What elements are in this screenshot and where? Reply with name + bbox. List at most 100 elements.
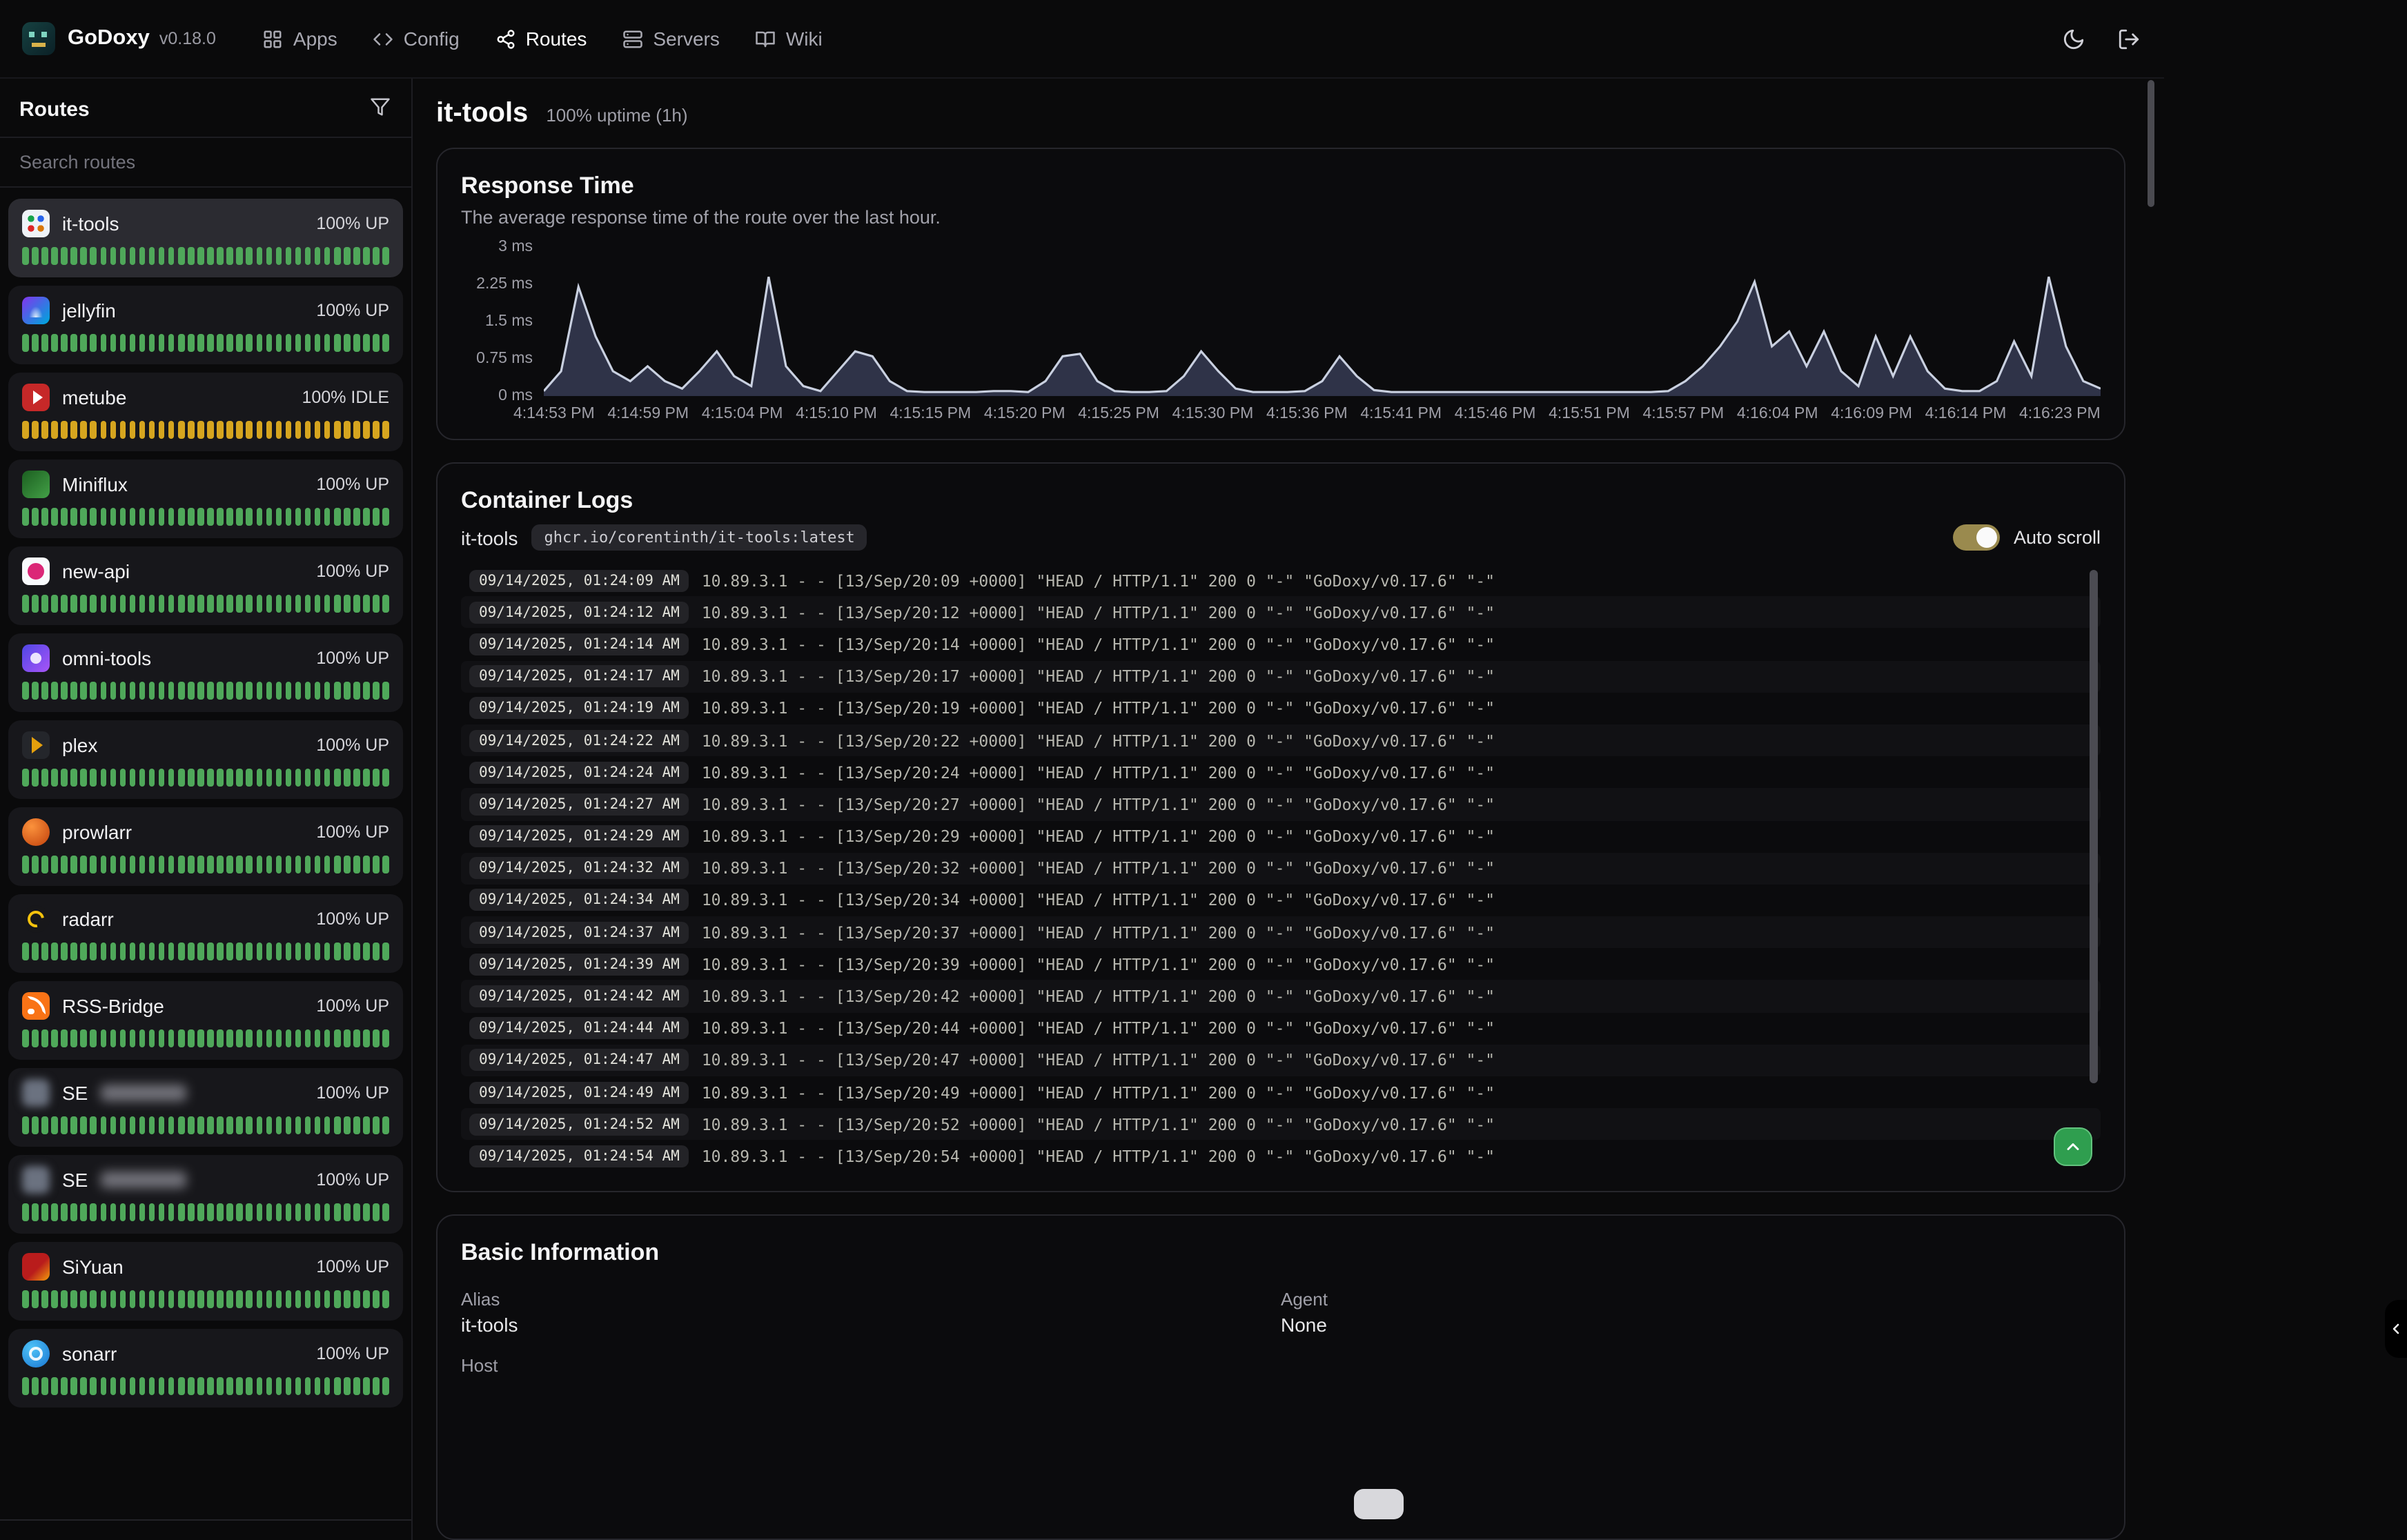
nav-item-routes[interactable]: Routes bbox=[495, 28, 587, 50]
page-scrollbar[interactable] bbox=[2148, 80, 2154, 207]
uptime-bar bbox=[334, 682, 340, 700]
y-tick-label: 2.25 ms bbox=[476, 276, 533, 293]
uptime-bar bbox=[217, 421, 224, 439]
nav-item-config[interactable]: Config bbox=[373, 28, 460, 50]
scroll-to-bottom-button[interactable] bbox=[2054, 1127, 2092, 1166]
route-list-item[interactable]: metube 100% IDLE bbox=[8, 373, 403, 451]
route-list-item[interactable]: Miniflux 100% UP bbox=[8, 460, 403, 538]
route-list-item[interactable]: radarr 100% UP bbox=[8, 894, 403, 973]
uptime-bar bbox=[139, 942, 146, 960]
route-list-item[interactable]: prowlarr 100% UP bbox=[8, 807, 403, 886]
route-row: it-tools 100% UP bbox=[22, 210, 389, 237]
theme-toggle-button[interactable] bbox=[2059, 25, 2087, 52]
route-status: 100% UP bbox=[316, 996, 389, 1016]
logout-button[interactable] bbox=[2114, 25, 2142, 52]
route-list-item[interactable]: omni-tools 100% UP bbox=[8, 633, 403, 712]
uptime-bar bbox=[159, 1377, 165, 1395]
x-tick-label: 4:15:46 PM bbox=[1455, 406, 1536, 422]
uptime-bars bbox=[22, 1377, 389, 1395]
x-tick-label: 4:15:57 PM bbox=[1643, 406, 1725, 422]
x-axis-ticks: 4:14:53 PM4:14:59 PM4:15:04 PM4:15:10 PM… bbox=[461, 406, 2101, 422]
nav-item-apps[interactable]: Apps bbox=[263, 28, 337, 50]
nav-item-wiki[interactable]: Wiki bbox=[756, 28, 823, 50]
uptime-bar bbox=[305, 334, 311, 352]
uptime-bar bbox=[275, 1029, 282, 1047]
uptime-bar bbox=[353, 421, 360, 439]
uptime-bar bbox=[32, 1029, 38, 1047]
uptime-bar bbox=[139, 247, 146, 265]
uptime-bar bbox=[315, 769, 321, 787]
uptime-bar bbox=[344, 942, 350, 960]
uptime-bar bbox=[353, 1029, 360, 1047]
uptime-bar bbox=[227, 508, 233, 526]
uptime-bar bbox=[256, 247, 262, 265]
route-list-item[interactable]: RSS-Bridge 100% UP bbox=[8, 981, 403, 1060]
basic-info-title: Basic Information bbox=[461, 1239, 2101, 1267]
uptime-bar bbox=[197, 682, 204, 700]
route-list-item[interactable]: SE 100% UP bbox=[8, 1155, 403, 1234]
uptime-bar bbox=[237, 1029, 243, 1047]
uptime-bar bbox=[81, 942, 87, 960]
uptime-bar bbox=[110, 942, 116, 960]
uptime-bar bbox=[159, 508, 165, 526]
uptime-bar bbox=[363, 1290, 369, 1308]
uptime-bar bbox=[373, 595, 380, 613]
search-routes-input[interactable] bbox=[0, 138, 411, 186]
route-list-item[interactable]: SE 100% UP bbox=[8, 1068, 403, 1147]
panel-collapse-tab[interactable] bbox=[2385, 1300, 2407, 1358]
uptime-bar bbox=[207, 421, 213, 439]
uptime-bar bbox=[344, 1290, 350, 1308]
uptime-bar bbox=[178, 595, 184, 613]
uptime-bar bbox=[285, 595, 291, 613]
uptime-bar bbox=[344, 421, 350, 439]
filter-button[interactable] bbox=[367, 97, 392, 121]
uptime-bars bbox=[22, 856, 389, 873]
uptime-bar bbox=[90, 334, 97, 352]
uptime-bar bbox=[373, 942, 380, 960]
auto-scroll-toggle[interactable] bbox=[1953, 524, 2000, 551]
route-list-item[interactable]: SiYuan 100% UP bbox=[8, 1242, 403, 1321]
route-list-item[interactable]: plex 100% UP bbox=[8, 720, 403, 799]
uptime-bar bbox=[285, 421, 291, 439]
log-message: 10.89.3.1 - - [13/Sep/20:14 +0000] "HEAD… bbox=[702, 635, 1495, 654]
uptime-bar bbox=[178, 1290, 184, 1308]
uptime-bar bbox=[22, 1377, 28, 1395]
route-name: SiYuan bbox=[62, 1256, 124, 1278]
x-tick-label: 4:15:10 PM bbox=[796, 406, 877, 422]
uptime-bar bbox=[266, 1203, 272, 1221]
uptime-bar bbox=[373, 1290, 380, 1308]
uptime-bar bbox=[22, 1203, 28, 1221]
uptime-bar bbox=[119, 1029, 126, 1047]
route-list-item[interactable]: new-api 100% UP bbox=[8, 546, 403, 625]
x-tick-label: 4:15:15 PM bbox=[890, 406, 972, 422]
route-list-item[interactable]: it-tools 100% UP bbox=[8, 199, 403, 277]
uptime-bar bbox=[81, 1290, 87, 1308]
uptime-bar bbox=[275, 1116, 282, 1134]
uptime-bar bbox=[207, 1377, 213, 1395]
uptime-bar bbox=[305, 1116, 311, 1134]
uptime-bar bbox=[237, 334, 243, 352]
uptime-bar bbox=[159, 1290, 165, 1308]
route-list-item[interactable]: jellyfin 100% UP bbox=[8, 286, 403, 364]
uptime-bar bbox=[295, 508, 302, 526]
nav-item-servers[interactable]: Servers bbox=[622, 28, 719, 50]
uptime-bar bbox=[100, 1029, 106, 1047]
uptime-bar bbox=[22, 942, 28, 960]
log-message: 10.89.3.1 - - [13/Sep/20:17 +0000] "HEAD… bbox=[702, 667, 1495, 686]
uptime-bar bbox=[324, 334, 331, 352]
uptime-bar bbox=[159, 247, 165, 265]
uptime-bar bbox=[61, 942, 68, 960]
route-list-item[interactable]: sonarr 100% UP bbox=[8, 1329, 403, 1408]
log-scrollbar[interactable] bbox=[2090, 570, 2098, 1083]
uptime-bar bbox=[90, 1377, 97, 1395]
route-status: 100% UP bbox=[316, 1257, 389, 1276]
uptime-bar bbox=[256, 595, 262, 613]
route-name: metube bbox=[62, 386, 126, 408]
uptime-bar bbox=[71, 1290, 77, 1308]
sidebar-title: Routes bbox=[19, 97, 90, 121]
uptime-bar bbox=[295, 1029, 302, 1047]
log-timestamp: 09/14/2025, 01:24:44 AM bbox=[469, 1017, 689, 1039]
uptime-bar bbox=[139, 421, 146, 439]
uptime-bar bbox=[159, 1116, 165, 1134]
uptime-bar bbox=[71, 247, 77, 265]
